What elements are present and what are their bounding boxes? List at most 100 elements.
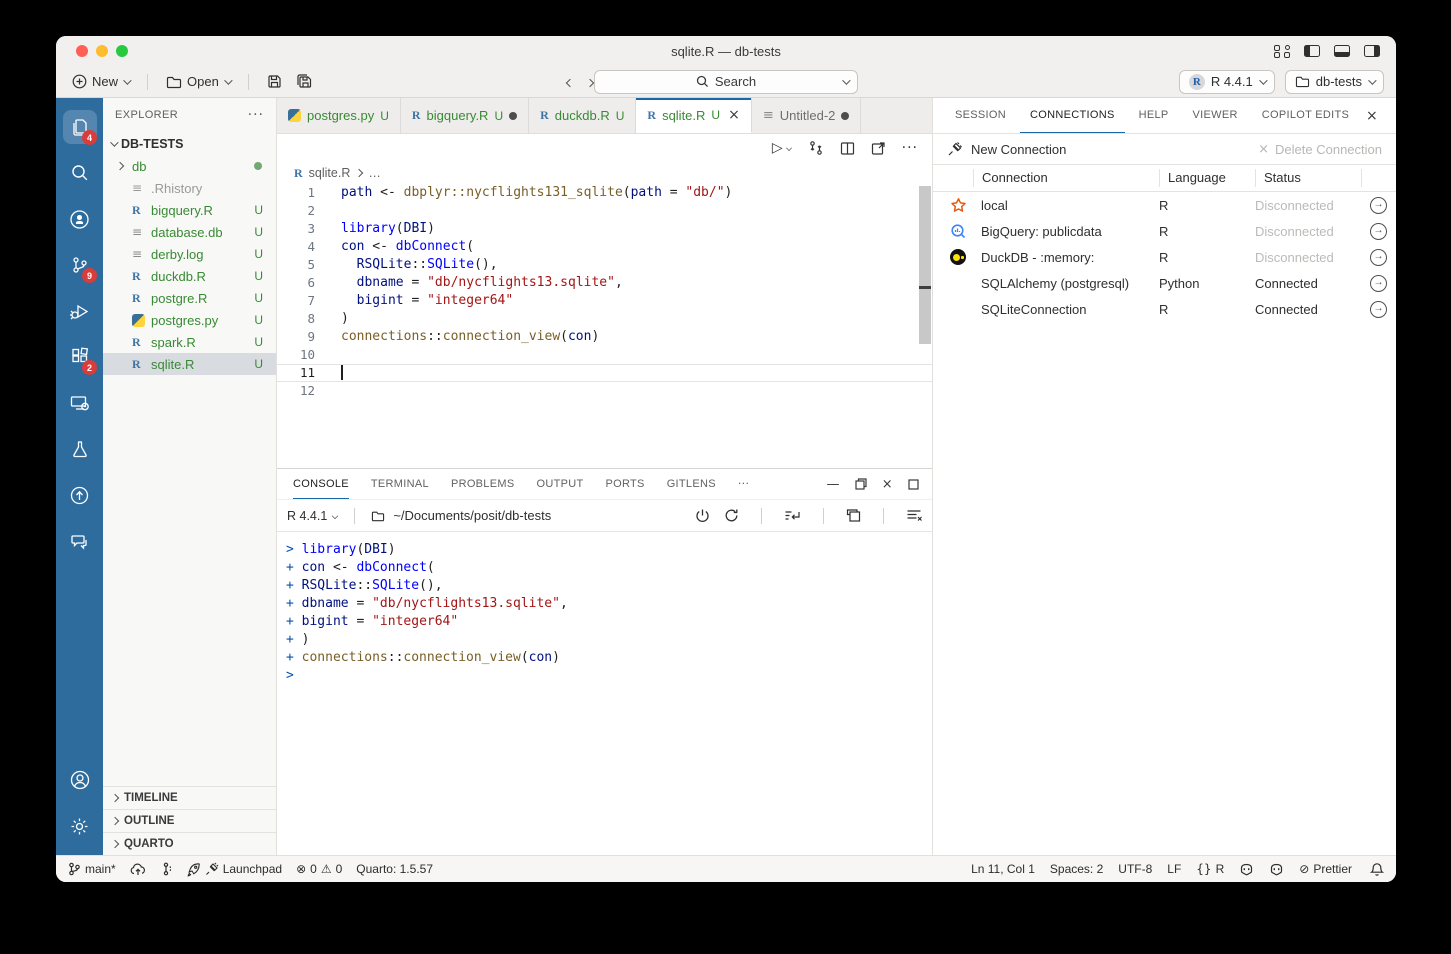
problems-item[interactable]: ⊗ 0 ⚠ 0	[296, 862, 342, 876]
language-mode-item[interactable]: {} R	[1196, 862, 1224, 876]
file-row-duckdb[interactable]: R duckdb.R U	[103, 265, 276, 287]
git-branch-item[interactable]: main*	[68, 862, 116, 876]
activity-extensions[interactable]: 2	[56, 334, 103, 380]
quarto-item[interactable]: Quarto: 1.5.57	[356, 862, 433, 876]
code-line[interactable]: 9connections::connection_view(con)	[277, 328, 932, 346]
encoding-item[interactable]: UTF-8	[1118, 862, 1152, 876]
activity-explorer[interactable]: 4	[56, 104, 103, 150]
navigate-back-icon[interactable]	[561, 73, 579, 91]
connection-row-sqliteconnection[interactable]: SQLiteConnection R Connected →	[933, 296, 1396, 322]
working-directory-label[interactable]: ~/Documents/posit/db-tests	[393, 508, 551, 523]
file-row-postgres-py[interactable]: postgres.py U	[103, 309, 276, 331]
file-row-spark[interactable]: R spark.R U	[103, 331, 276, 353]
open-connection-icon[interactable]: →	[1370, 249, 1387, 266]
eol-item[interactable]: LF	[1167, 862, 1181, 876]
toggle-right-sidebar-icon[interactable]	[1364, 45, 1380, 57]
file-row-sqlite[interactable]: R sqlite.R U	[103, 353, 276, 375]
file-row-bigquery[interactable]: R bigquery.R U	[103, 199, 276, 221]
activity-source-control[interactable]: 9	[56, 242, 103, 288]
file-row-derby[interactable]: ≡ derby.log U	[103, 243, 276, 265]
open-connection-icon[interactable]: →	[1370, 301, 1387, 318]
tab-help[interactable]: HELP	[1129, 98, 1179, 133]
open-button[interactable]: Open	[162, 71, 234, 92]
close-pane-icon[interactable]: ×	[1366, 108, 1396, 124]
editor-scrollbar[interactable]	[919, 186, 931, 344]
code-editor[interactable]: 1path <- dbplyr::nycflights131_sqlite(pa…	[277, 184, 932, 468]
open-connection-icon[interactable]: →	[1370, 197, 1387, 214]
connection-row-bigquery[interactable]: BigQuery: publicdata R Disconnected →	[933, 218, 1396, 244]
console-session-picker[interactable]: R 4.4.1	[287, 509, 338, 523]
tab-connections[interactable]: CONNECTIONS	[1020, 98, 1125, 133]
toggle-bottom-panel-icon[interactable]	[1334, 45, 1350, 57]
prettier-item[interactable]: ⊘ Prettier	[1299, 862, 1352, 876]
panel-tab-gitlens[interactable]: GITLENS	[667, 469, 716, 499]
file-row-rhistory[interactable]: ≡ .Rhistory	[103, 177, 276, 199]
more-actions-icon[interactable]: ···	[248, 107, 264, 123]
compare-changes-icon[interactable]	[808, 140, 824, 156]
panel-tab-console[interactable]: CONSOLE	[293, 469, 349, 499]
file-row-db[interactable]: db	[103, 155, 276, 177]
code-line[interactable]: 10	[277, 346, 932, 364]
code-line[interactable]: 5 RSQLite::SQLite(),	[277, 256, 932, 274]
save-button[interactable]	[263, 71, 286, 92]
connection-row-local[interactable]: local R Disconnected →	[933, 192, 1396, 218]
toggle-left-sidebar-icon[interactable]	[1304, 45, 1320, 57]
activity-github[interactable]	[56, 196, 103, 242]
tab-postgres-py[interactable]: postgres.py U	[277, 98, 401, 133]
activity-chat[interactable]	[56, 518, 103, 564]
code-line[interactable]: 7 bigint = "integer64"	[277, 292, 932, 310]
tab-duckdb[interactable]: R duckdb.R U	[529, 98, 636, 133]
new-button[interactable]: New	[68, 71, 133, 92]
run-file-button[interactable]: ▷	[772, 140, 792, 156]
settings-button[interactable]	[56, 803, 103, 849]
more-actions-icon[interactable]: ···	[902, 140, 918, 156]
open-in-new-window-icon[interactable]	[871, 141, 886, 156]
file-row-postgre[interactable]: R postgre.R U	[103, 287, 276, 309]
code-line[interactable]: 6 dbname = "db/nycflights13.sqlite",	[277, 274, 932, 292]
code-line[interactable]: 2	[277, 202, 932, 220]
maximize-panel-icon[interactable]	[908, 479, 919, 490]
cursor-position-item[interactable]: Ln 11, Col 1	[971, 862, 1035, 876]
file-row-database[interactable]: ≡ database.db U	[103, 221, 276, 243]
power-icon[interactable]	[695, 508, 710, 523]
tab-bigquery[interactable]: R bigquery.R U	[401, 98, 529, 133]
breadcrumb-file[interactable]: sqlite.R	[309, 166, 351, 180]
dirty-dot[interactable]	[509, 112, 517, 120]
panel-tab-terminal[interactable]: TERMINAL	[371, 469, 429, 499]
indentation-item[interactable]: Spaces: 2	[1050, 862, 1103, 876]
connection-row-duckdb[interactable]: DuckDB - :memory: R Disconnected →	[933, 244, 1396, 270]
breadcrumb-more[interactable]: …	[368, 166, 381, 180]
tab-untitled-2[interactable]: ≡ Untitled-2	[752, 98, 862, 133]
panel-tab-problems[interactable]: PROBLEMS	[451, 469, 515, 499]
code-line[interactable]: 4con <- dbConnect(	[277, 238, 932, 256]
breadcrumb[interactable]: R sqlite.R …	[277, 162, 932, 184]
customize-layout-icon[interactable]	[1274, 45, 1290, 58]
copilot-menu-item[interactable]	[1269, 863, 1284, 876]
dirty-dot[interactable]	[841, 112, 849, 120]
activity-remote-explorer[interactable]	[56, 380, 103, 426]
code-line[interactable]: 12	[277, 382, 932, 400]
open-connection-icon[interactable]: →	[1370, 223, 1387, 240]
section-outline[interactable]: OUTLINE	[103, 809, 276, 832]
launchpad-item[interactable]: Launchpad	[186, 862, 282, 877]
tab-session[interactable]: SESSION	[945, 98, 1016, 133]
panel-more-tabs-icon[interactable]: ···	[738, 469, 749, 499]
code-line-current[interactable]: 11	[277, 364, 932, 382]
workspace-picker[interactable]: db-tests	[1285, 70, 1384, 94]
tab-copilot-edits[interactable]: COPILOT EDITS	[1252, 98, 1359, 133]
panel-tab-output[interactable]: OUTPUT	[536, 469, 583, 499]
move-console-icon[interactable]	[846, 509, 861, 523]
console-prompt-line[interactable]: >	[286, 667, 932, 685]
save-all-button[interactable]	[292, 71, 317, 92]
delete-connection-button[interactable]: × Delete Connection	[1258, 142, 1382, 157]
tab-sqlite[interactable]: R sqlite.R U ×	[636, 98, 751, 133]
new-connection-button[interactable]: New Connection	[947, 141, 1066, 157]
notifications-item[interactable]	[1370, 862, 1384, 877]
git-graph-item[interactable]	[160, 862, 172, 876]
account-button[interactable]	[56, 757, 103, 803]
copilot-status-item[interactable]	[1239, 863, 1254, 876]
activity-search[interactable]	[56, 150, 103, 196]
section-timeline[interactable]: TIMELINE	[103, 786, 276, 809]
code-line[interactable]: 3library(DBI)	[277, 220, 932, 238]
tab-viewer[interactable]: VIEWER	[1183, 98, 1248, 133]
